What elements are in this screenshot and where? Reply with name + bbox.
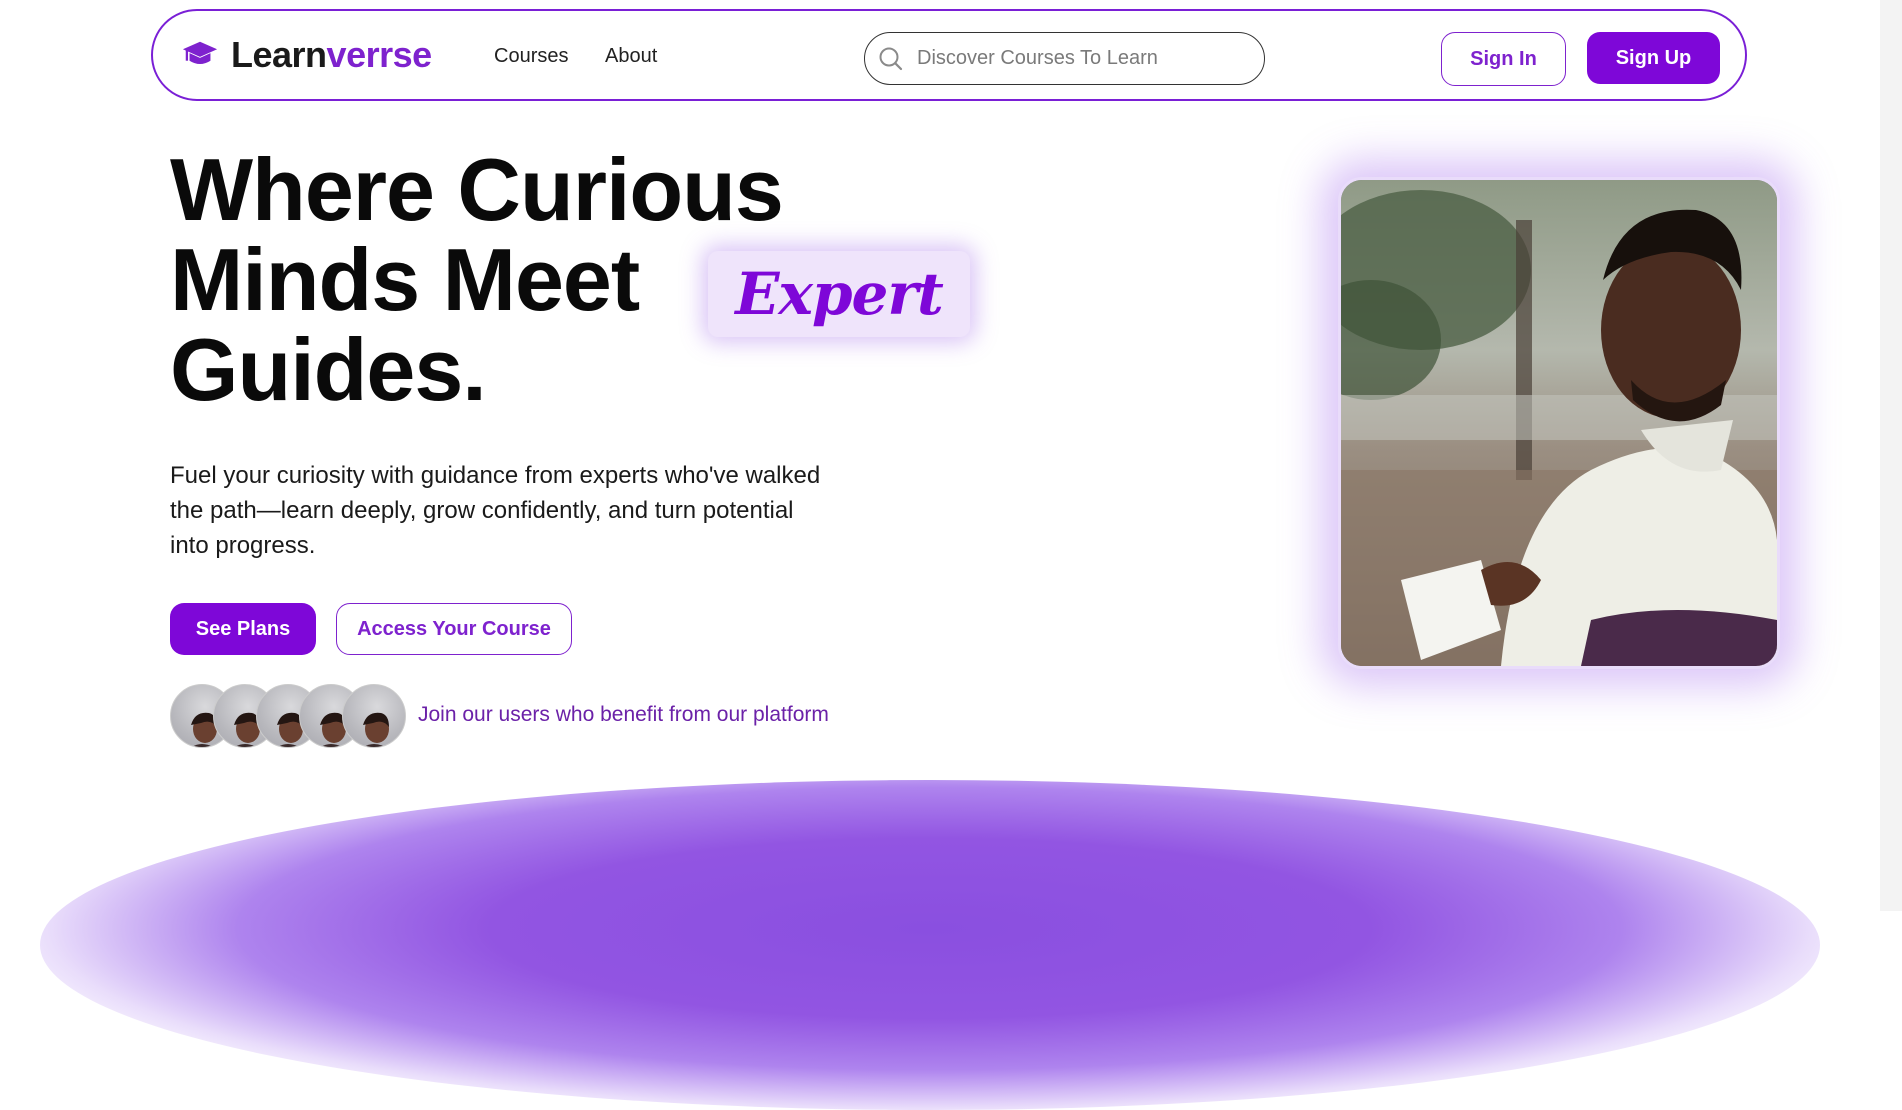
brand-logo[interactable]: Learnverrse [181, 33, 432, 77]
nav-link-courses[interactable]: Courses [494, 45, 568, 68]
hero-photo [1338, 177, 1780, 669]
brand-name: Learnverrse [231, 34, 432, 76]
hero-title-line-3: Guides. [170, 320, 487, 419]
hero-highlight-badge: Expert [708, 251, 970, 337]
top-navbar: Learnverrse Courses About Sign In Sign U… [151, 9, 1747, 101]
brand-name-part1: Learn [231, 34, 327, 75]
sign-in-button[interactable]: Sign In [1441, 32, 1566, 86]
see-plans-button[interactable]: See Plans [170, 603, 316, 655]
search-icon [879, 47, 903, 70]
search-bar[interactable] [864, 32, 1265, 85]
hero-title: Where Curious Minds Meet Guides. [170, 140, 784, 419]
nav-link-about[interactable]: About [605, 45, 657, 68]
hero-description: Fuel your curiosity with guidance from e… [170, 462, 821, 559]
avatars-caption: Join our users who benefit from our plat… [418, 703, 829, 726]
hero-highlight-word: Expert [735, 260, 944, 328]
brand-name-part2: verrse [326, 34, 433, 75]
page-scrollbar-gutter [1880, 0, 1902, 911]
user-avatar-stack [170, 684, 406, 750]
hero-title-line-2: Minds Meet [170, 230, 640, 329]
hero-title-line-1: Where Curious [170, 140, 784, 239]
avatar [342, 684, 406, 748]
search-input[interactable] [915, 46, 1249, 71]
decorative-glow [40, 780, 1820, 1110]
sign-up-button[interactable]: Sign Up [1587, 32, 1720, 84]
access-course-button[interactable]: Access Your Course [336, 603, 572, 655]
graduation-cap-icon [182, 41, 218, 65]
